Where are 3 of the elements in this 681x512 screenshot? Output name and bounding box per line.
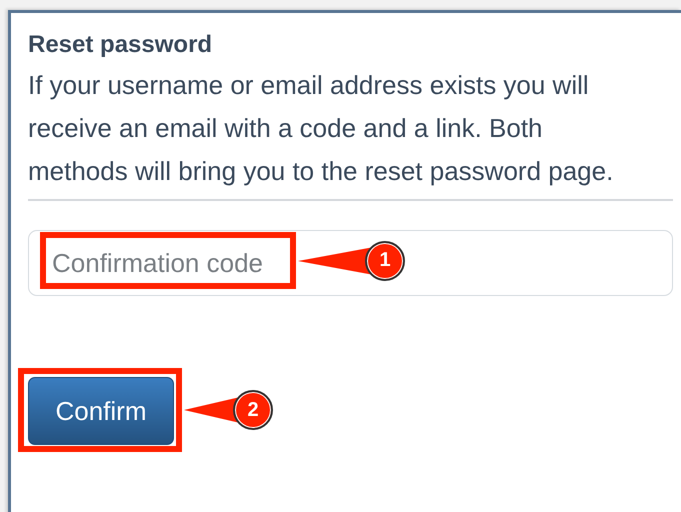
instructions-text: If your username or email address exists you will receive an email with a code and a link. Both methods will bring you to the reset password page.	[28, 69, 614, 188]
form-title: Reset password	[28, 30, 214, 60]
confirm-button[interactable]: Confirm	[28, 377, 174, 445]
